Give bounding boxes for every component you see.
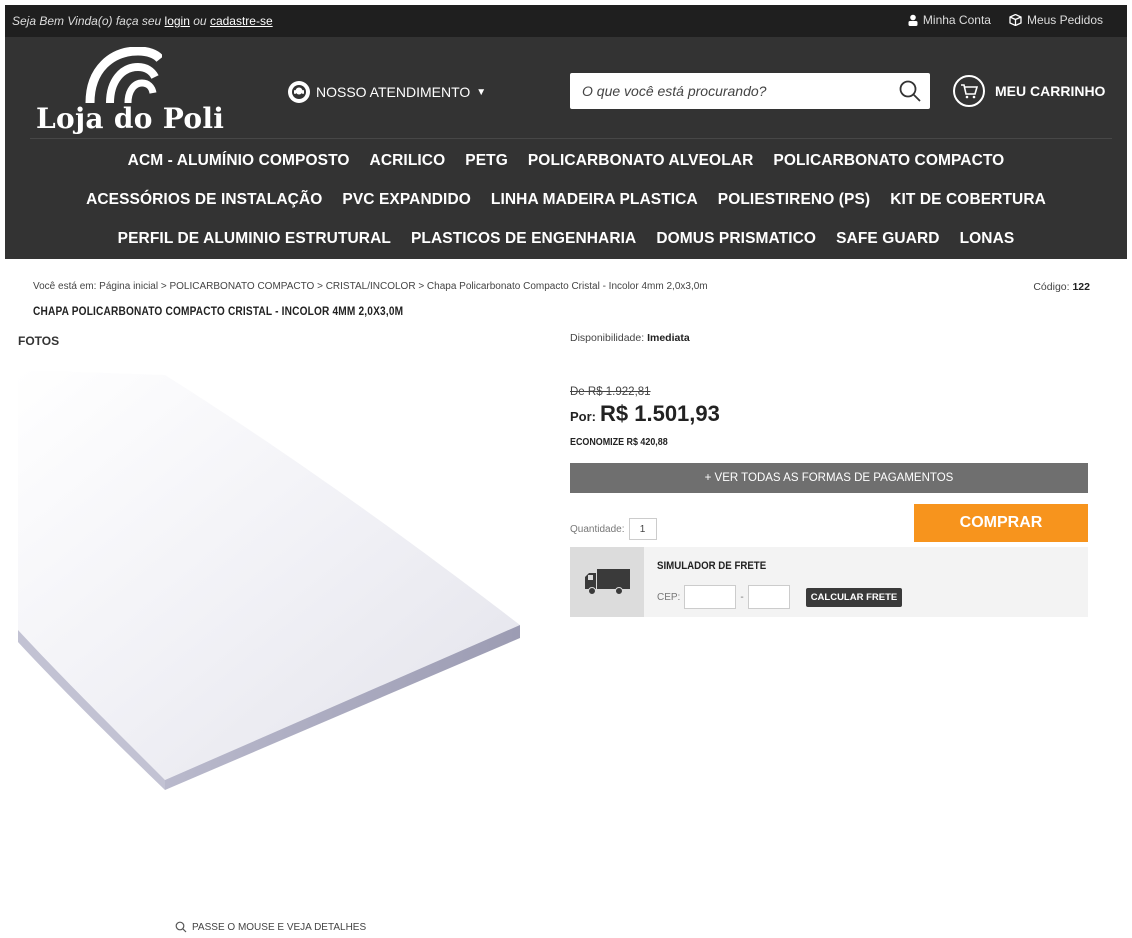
cart-link[interactable]: MEU CARRINHO	[953, 75, 1105, 107]
welcome-message: Seja Bem Vinda(o) faça seu login ou cada…	[12, 14, 273, 28]
site-logo[interactable]: Loja do Poli	[36, 47, 226, 137]
nav-item-pvc-expandido[interactable]: PVC EXPANDIDO	[342, 191, 470, 209]
availability: Disponibilidade: Imediata	[570, 332, 690, 344]
search-input[interactable]	[570, 73, 880, 109]
logo-text: Loja do Poli	[36, 102, 225, 135]
shipping-simulator: SIMULADOR DE FRETE CEP: - CALCULAR FRETE	[570, 547, 1088, 617]
shipping-title: SIMULADOR DE FRETE	[657, 560, 767, 572]
quantity-input[interactable]	[628, 518, 657, 540]
login-link[interactable]: login	[165, 14, 190, 28]
box-icon	[1009, 14, 1022, 26]
product-code-value: 122	[1072, 281, 1090, 293]
price-value: R$ 1.501,93	[600, 401, 720, 426]
savings-text: ECONOMIZE R$ 420,88	[570, 436, 668, 448]
cep-label: CEP:	[657, 591, 681, 603]
availability-value: Imediata	[647, 332, 690, 344]
availability-label: Disponibilidade:	[570, 332, 645, 344]
page-title: CHAPA POLICARBONATO COMPACTO CRISTAL - I…	[33, 306, 404, 318]
nav-item-lonas[interactable]: LONAS	[960, 230, 1015, 248]
support-menu[interactable]: NOSSO ATENDIMENTO ▼	[288, 81, 486, 103]
calculate-shipping-button[interactable]: CALCULAR FRETE	[805, 587, 903, 607]
nav-item-safe-guard[interactable]: SAFE GUARD	[836, 230, 939, 248]
product-image[interactable]	[15, 370, 530, 790]
welcome-text: Seja Bem Vinda(o) faça seu	[12, 14, 162, 28]
cep-separator: -	[740, 591, 744, 603]
register-link[interactable]: cadastre-se	[210, 14, 273, 28]
zoom-hint-text: PASSE O MOUSE E VEJA DETALHES	[192, 921, 367, 933]
breadcrumb[interactable]: Você está em: Página inicial > POLICARBO…	[33, 281, 708, 292]
price-label: Por:	[570, 409, 596, 424]
truck-icon	[585, 569, 630, 595]
cep-field-1[interactable]	[684, 585, 737, 609]
buy-button[interactable]: COMPRAR	[914, 504, 1088, 542]
product-code: Código: 122	[1033, 281, 1090, 293]
quantity-group: Quantidade:	[570, 518, 657, 540]
site-header: Loja do Poli NOSSO ATENDIMENTO ▼ MEU CAR…	[5, 37, 1127, 259]
quantity-label: Quantidade:	[570, 523, 625, 535]
zoom-hint: PASSE O MOUSE E VEJA DETALHES	[175, 921, 366, 933]
photos-label: FOTOS	[18, 334, 60, 348]
nav-item-acrilico[interactable]: ACRILICO	[370, 152, 446, 170]
logo-arches-icon	[85, 47, 162, 103]
my-account-label: Minha Conta	[922, 13, 991, 27]
nav-item-plasticos-engenharia[interactable]: PLASTICOS DE ENGENHARIA	[411, 230, 636, 248]
cep-group: CEP: - CALCULAR FRETE	[657, 585, 903, 609]
nav-item-domus-prismatico[interactable]: DOMUS PRISMATICO	[656, 230, 816, 248]
search-icon[interactable]	[898, 79, 922, 103]
nav-row-3: PERFIL DE ALUMINIO ESTRUTURAL PLASTICOS …	[5, 219, 1127, 258]
nav-item-kit-cobertura[interactable]: KIT DE COBERTURA	[890, 191, 1046, 209]
support-avatar-icon	[288, 81, 310, 103]
nav-item-perfil-aluminio[interactable]: PERFIL DE ALUMINIO ESTRUTURAL	[118, 230, 391, 248]
my-orders-link[interactable]: Meus Pedidos	[1009, 13, 1103, 27]
nav-item-petg[interactable]: PETG	[465, 152, 508, 170]
truck-icon-box	[570, 547, 644, 617]
category-nav: ACM - ALUMÍNIO COMPOSTO ACRILICO PETG PO…	[5, 141, 1127, 258]
caret-down-icon: ▼	[476, 86, 487, 98]
nav-item-madeira-plastica[interactable]: LINHA MADEIRA PLASTICA	[491, 191, 698, 209]
nav-item-acm[interactable]: ACM - ALUMÍNIO COMPOSTO	[128, 152, 350, 170]
cart-icon	[953, 75, 985, 107]
current-price: Por: R$ 1.501,93	[570, 401, 720, 427]
my-account-link[interactable]: Minha Conta	[908, 13, 991, 27]
nav-row-2: ACESSÓRIOS DE INSTALAÇÃO PVC EXPANDIDO L…	[5, 180, 1127, 219]
search-box	[570, 73, 930, 109]
product-code-label: Código:	[1033, 281, 1070, 293]
cart-label: MEU CARRINHO	[995, 83, 1106, 99]
nav-item-policarbonato-alveolar[interactable]: POLICARBONATO ALVEOLAR	[528, 152, 754, 170]
nav-item-poliestireno[interactable]: POLIESTIRENO (PS)	[718, 191, 870, 209]
or-text: ou	[193, 14, 207, 28]
nav-item-acessorios[interactable]: ACESSÓRIOS DE INSTALAÇÃO	[86, 191, 322, 209]
support-label: NOSSO ATENDIMENTO	[316, 84, 471, 100]
header-divider	[30, 138, 1112, 139]
cep-field-2[interactable]	[747, 585, 790, 609]
nav-row-1: ACM - ALUMÍNIO COMPOSTO ACRILICO PETG PO…	[5, 141, 1127, 180]
top-bar: Seja Bem Vinda(o) faça seu login ou cada…	[5, 5, 1127, 37]
magnifier-icon	[175, 921, 187, 933]
my-orders-label: Meus Pedidos	[1026, 13, 1103, 27]
nav-item-policarbonato-compacto[interactable]: POLICARBONATO COMPACTO	[773, 152, 1004, 170]
payment-options-button[interactable]: + VER TODAS AS FORMAS DE PAGAMENTOS	[570, 463, 1088, 493]
old-price: De R$ 1.922,81	[570, 386, 651, 398]
user-icon	[908, 14, 918, 26]
